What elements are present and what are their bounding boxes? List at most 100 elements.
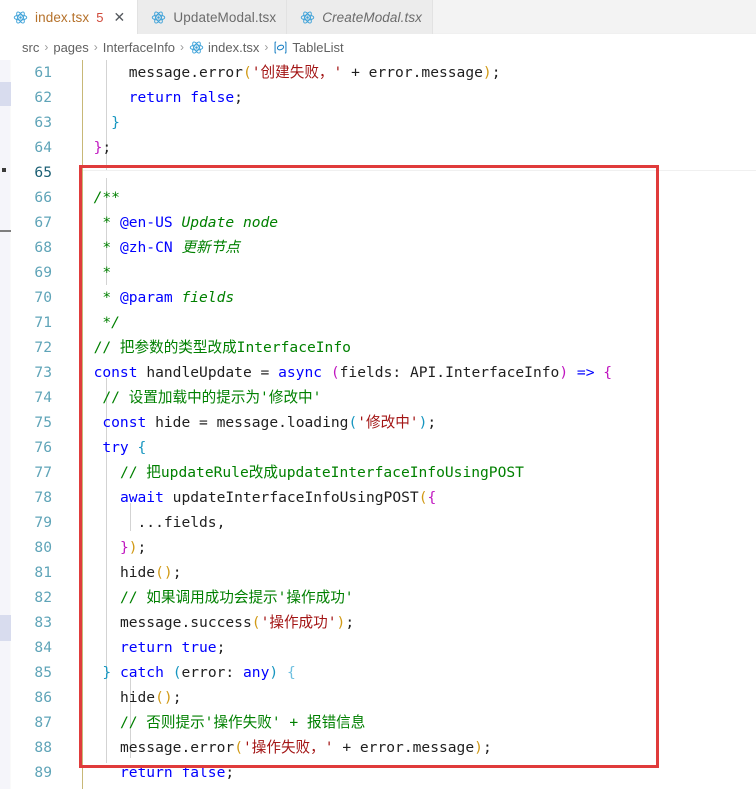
- editor-tab-updatemodal-tsx[interactable]: UpdateModal.tsx: [138, 0, 288, 34]
- code-token: handleUpdate: [146, 364, 252, 381]
- code-token: try: [102, 439, 129, 456]
- code-token: success: [190, 614, 252, 631]
- code-line[interactable]: 88 message.error('操作失败，' + error.message…: [11, 735, 756, 760]
- code-token: error: [359, 739, 404, 756]
- code-line[interactable]: 73 const handleUpdate = async (fields: A…: [11, 360, 756, 385]
- code-line[interactable]: 65: [11, 160, 756, 185]
- breadcrumb-item-interfaceinfo[interactable]: InterfaceInfo: [103, 40, 175, 55]
- code-line[interactable]: 90 }: [11, 785, 756, 789]
- code-line[interactable]: 61 message.error('创建失败，' + error.message…: [11, 60, 756, 85]
- code-line[interactable]: 86 hide();: [11, 685, 756, 710]
- code-token: message: [216, 414, 279, 431]
- code-line-content[interactable]: return true;: [64, 635, 756, 660]
- code-line[interactable]: 71 */: [11, 310, 756, 335]
- line-number: 63: [34, 114, 52, 131]
- code-lines[interactable]: 61 message.error('创建失败，' + error.message…: [11, 60, 756, 789]
- code-line-content[interactable]: message.error('创建失败，' + error.message);: [64, 60, 756, 85]
- code-line[interactable]: 87 // 否则提示'操作失败' + 报错信息: [11, 710, 756, 735]
- code-line[interactable]: 84 return true;: [11, 635, 756, 660]
- code-line-content[interactable]: const handleUpdate = async (fields: API.…: [64, 360, 756, 385]
- code-line-content[interactable]: // 设置加载中的提示为'修改中': [64, 385, 756, 410]
- code-line[interactable]: 80 });: [11, 535, 756, 560]
- line-number: 81: [34, 564, 52, 581]
- code-line[interactable]: 79 ...fields,: [11, 510, 756, 535]
- code-token: ;: [345, 614, 355, 631]
- code-line-content[interactable]: * @en-US Update node: [64, 210, 756, 235]
- code-line-content[interactable]: /**: [64, 185, 756, 210]
- code-line-content[interactable]: message.success('操作成功');: [64, 610, 756, 635]
- line-number: 74: [34, 389, 52, 406]
- line-number: 75: [34, 414, 52, 431]
- code-line[interactable]: 70 * @param fields: [11, 285, 756, 310]
- code-line-content[interactable]: }: [64, 785, 756, 789]
- code-line[interactable]: 81 hide();: [11, 560, 756, 585]
- line-number: 73: [34, 364, 52, 381]
- breadcrumb-item-tablelist[interactable]: TableList: [273, 40, 344, 55]
- code-line-content[interactable]: const hide = message.loading('修改中');: [64, 410, 756, 435]
- code-line[interactable]: 89 return false;: [11, 760, 756, 785]
- breadcrumb-separator-icon: ›: [264, 40, 269, 54]
- breadcrumb-item-src[interactable]: src: [22, 40, 39, 55]
- code-line[interactable]: 76 try {: [11, 435, 756, 460]
- editor-tab-createmodal-tsx[interactable]: CreateModal.tsx: [287, 0, 434, 34]
- code-line-content[interactable]: */: [64, 310, 756, 335]
- code-line[interactable]: 68 * @zh-CN 更新节点: [11, 235, 756, 260]
- code-line[interactable]: 82 // 如果调用成功会提示'操作成功': [11, 585, 756, 610]
- code-token: // 否则提示'操作失败' + 报错信息: [119, 714, 366, 731]
- code-line-content[interactable]: hide();: [64, 685, 756, 710]
- code-line[interactable]: 63 }: [11, 110, 756, 135]
- code-line-content[interactable]: ...fields,: [64, 510, 756, 535]
- code-line-content[interactable]: }: [64, 110, 756, 135]
- code-line[interactable]: 64 };: [11, 135, 756, 160]
- code-line-content[interactable]: *: [64, 260, 756, 285]
- overview-ruler[interactable]: [0, 60, 11, 789]
- code-line-content[interactable]: // 如果调用成功会提示'操作成功': [64, 585, 756, 610]
- code-line[interactable]: 78 await updateInterfaceInfoUsingPOST({: [11, 485, 756, 510]
- code-line-content[interactable]: // 否则提示'操作失败' + 报错信息: [64, 710, 756, 735]
- editor-tab-index-tsx[interactable]: index.tsx 5 ✕: [0, 0, 139, 34]
- code-token: catch: [119, 664, 164, 681]
- code-line-content[interactable]: * @zh-CN 更新节点: [64, 235, 756, 260]
- code-line-content[interactable]: hide();: [64, 560, 756, 585]
- breadcrumb-separator-icon: ›: [93, 40, 98, 54]
- code-token: ...: [137, 514, 164, 531]
- breadcrumb-item-index-tsx[interactable]: index.tsx: [189, 40, 259, 55]
- code-line[interactable]: 74 // 设置加载中的提示为'修改中': [11, 385, 756, 410]
- code-line-content[interactable]: return false;: [64, 760, 756, 785]
- code-line-content[interactable]: // 把参数的类型改成InterfaceInfo: [64, 335, 756, 360]
- code-line-content[interactable]: await updateInterfaceInfoUsingPOST({: [64, 485, 756, 510]
- breadcrumb-separator-icon: ›: [180, 40, 185, 54]
- line-number: 66: [34, 189, 52, 206]
- code-line[interactable]: 69 *: [11, 260, 756, 285]
- code-line-content[interactable]: } catch (error: any) {: [64, 660, 756, 685]
- tab-close-icon[interactable]: ✕: [111, 9, 127, 25]
- code-line[interactable]: 66 /**: [11, 185, 756, 210]
- code-line[interactable]: 77 // 把updateRule改成updateInterfaceInfoUs…: [11, 460, 756, 485]
- code-line-content[interactable]: return false;: [64, 85, 756, 110]
- code-line-content[interactable]: };: [64, 135, 756, 160]
- code-line[interactable]: 85 } catch (error: any) {: [11, 660, 756, 685]
- code-editor[interactable]: 61 message.error('创建失败，' + error.message…: [0, 60, 756, 789]
- code-line-content[interactable]: try {: [64, 435, 756, 460]
- code-line[interactable]: 67 * @en-US Update node: [11, 210, 756, 235]
- code-line[interactable]: 72 // 把参数的类型改成InterfaceInfo: [11, 335, 756, 360]
- tab-bar-empty-space: [433, 0, 756, 33]
- code-line-content[interactable]: // 把updateRule改成updateInterfaceInfoUsing…: [64, 460, 756, 485]
- code-line[interactable]: 62 return false;: [11, 85, 756, 110]
- code-line-content[interactable]: * @param fields: [64, 285, 756, 310]
- code-token: API: [409, 364, 437, 381]
- code-line[interactable]: 75 const hide = message.loading('修改中');: [11, 410, 756, 435]
- code-line-content[interactable]: });: [64, 535, 756, 560]
- code-token: @zh-CN: [119, 239, 173, 256]
- line-number: 68: [34, 239, 52, 256]
- code-token: message: [412, 739, 475, 756]
- code-line[interactable]: 83 message.success('操作成功');: [11, 610, 756, 635]
- breadcrumb-item-pages[interactable]: pages: [53, 40, 88, 55]
- code-line-content[interactable]: message.error('操作失败，' + error.message);: [64, 735, 756, 760]
